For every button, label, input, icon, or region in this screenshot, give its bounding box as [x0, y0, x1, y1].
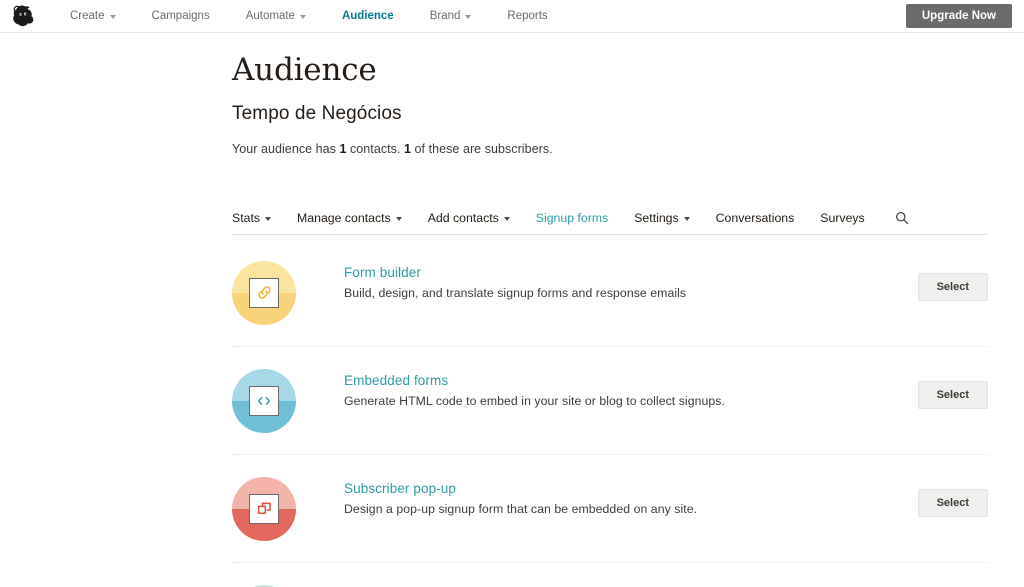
option-text-block: Embedded forms Generate HTML code to emb… — [344, 369, 988, 408]
page-title: Audience — [232, 52, 377, 88]
list-item[interactable]: Subscriber pop-up Design a pop-up signup… — [232, 455, 988, 563]
option-title-subscriber-popup[interactable]: Subscriber pop-up — [344, 481, 988, 496]
summary-suffix: of these are subscribers. — [411, 141, 553, 156]
option-text-block: Form builder Build, design, and translat… — [344, 261, 988, 300]
audience-summary: Your audience has 1 contacts. 1 of these… — [232, 142, 988, 156]
audience-tab-bar: Stats Manage contacts Add contacts Signu… — [232, 211, 988, 235]
tab-label: Surveys — [820, 210, 865, 225]
mailchimp-freddie-logo[interactable] — [8, 1, 38, 31]
tab-label: Manage contacts — [297, 210, 391, 225]
list-item[interactable]: Form integrations Create signup forms us… — [232, 563, 988, 587]
list-item[interactable]: Form builder Build, design, and translat… — [232, 235, 988, 347]
list-item[interactable]: Embedded forms Generate HTML code to emb… — [232, 347, 988, 455]
nav-item-label: Brand — [429, 9, 461, 22]
chevron-down-icon — [265, 216, 272, 221]
nav-item-label: Audience — [341, 9, 394, 22]
summary-prefix: Your audience has — [232, 141, 340, 156]
nav-item-reports[interactable]: Reports — [489, 0, 565, 33]
option-title-form-builder[interactable]: Form builder — [344, 265, 988, 280]
tab-manage-contacts[interactable]: Manage contacts — [297, 211, 402, 225]
tab-add-contacts[interactable]: Add contacts — [428, 211, 510, 225]
tab-label: Conversations — [715, 210, 795, 225]
option-description: Build, design, and translate signup form… — [344, 285, 687, 300]
audience-name: Tempo de Negócios — [232, 102, 402, 124]
tab-label: Add contacts — [427, 210, 499, 225]
primary-nav-items: Create Campaigns Automate Audience Brand… — [52, 0, 566, 33]
chevron-down-icon — [395, 216, 402, 221]
tab-surveys[interactable]: Surveys — [820, 211, 864, 225]
option-description: Design a pop-up signup form that can be … — [344, 501, 698, 516]
search-icon[interactable] — [895, 211, 909, 225]
tab-label: Signup forms — [535, 210, 609, 225]
nav-item-label: Create — [70, 9, 105, 22]
chevron-down-icon — [683, 216, 690, 221]
top-navigation-bar: Create Campaigns Automate Audience Brand… — [0, 0, 1024, 33]
option-title-embedded-forms[interactable]: Embedded forms — [344, 373, 988, 388]
chevron-down-icon — [465, 15, 472, 19]
nav-item-automate[interactable]: Automate — [228, 0, 324, 33]
option-text-block: Subscriber pop-up Design a pop-up signup… — [344, 477, 988, 516]
tab-label: Stats — [232, 210, 261, 225]
nav-item-label: Reports — [507, 9, 548, 22]
signup-forms-options-list: Form builder Build, design, and translat… — [232, 235, 988, 587]
tab-label: Settings — [634, 210, 679, 225]
popup-windows-icon — [232, 476, 296, 541]
nav-item-campaigns[interactable]: Campaigns — [134, 0, 228, 33]
nav-item-create[interactable]: Create — [52, 0, 134, 33]
summary-middle: contacts. — [346, 141, 405, 156]
nav-item-brand[interactable]: Brand — [412, 0, 490, 33]
select-button-form-builder[interactable]: Select — [917, 272, 988, 301]
select-button-subscriber-popup[interactable]: Select — [917, 488, 988, 517]
chevron-down-icon — [299, 15, 306, 19]
nav-item-audience[interactable]: Audience — [324, 0, 412, 33]
upgrade-now-button[interactable]: Upgrade Now — [905, 4, 1012, 28]
tab-conversations[interactable]: Conversations — [716, 211, 795, 225]
link-chain-icon — [232, 260, 296, 325]
select-button-embedded-forms[interactable]: Select — [917, 380, 988, 409]
tab-settings[interactable]: Settings — [634, 210, 690, 225]
tab-stats[interactable]: Stats — [232, 210, 272, 225]
nav-item-label: Automate — [245, 9, 295, 22]
chevron-down-icon — [503, 216, 510, 221]
subscribers-count: 1 — [404, 141, 412, 156]
tab-signup-forms[interactable]: Signup forms — [536, 211, 608, 225]
option-description: Generate HTML code to embed in your site… — [344, 393, 725, 408]
code-brackets-icon — [232, 368, 296, 433]
nav-item-label: Campaigns — [151, 9, 210, 22]
page-content: Audience Tempo de Negócios Your audience… — [0, 52, 1024, 587]
chevron-down-icon — [109, 15, 116, 19]
